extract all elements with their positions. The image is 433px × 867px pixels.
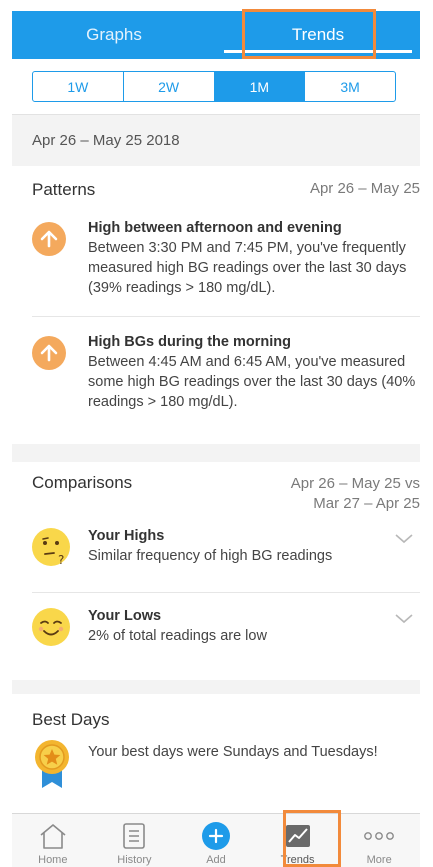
tabbar-home[interactable]: Home — [12, 814, 94, 867]
pattern-body: Between 3:30 PM and 7:45 PM, you've freq… — [88, 240, 407, 296]
tabbar-history[interactable]: History — [94, 814, 176, 867]
date-range-bar: Apr 26 – May 25 2018 — [12, 114, 420, 166]
comparison-body: 2% of total readings are low — [88, 628, 267, 644]
bottom-tab-bar: Home History Add Trends More — [12, 813, 420, 867]
comparison-lows[interactable]: Your Lows 2% of total readings are low — [32, 606, 420, 654]
best-days-card: Best Days Your best days were Sundays an… — [12, 694, 420, 813]
range-3m[interactable]: 3M — [305, 72, 395, 101]
tabbar-add[interactable]: Add — [175, 814, 257, 867]
comparison-highs[interactable]: ? Your Highs Similar frequency of high B… — [32, 526, 420, 574]
date-range-label: Apr 26 – May 25 2018 — [32, 132, 180, 149]
range-selector-container: 1W 2W 1M 3M — [12, 59, 420, 114]
pattern-item[interactable]: High between afternoon and evening Betwe… — [32, 218, 420, 308]
home-icon — [38, 822, 68, 850]
comparison-title: Your Highs — [88, 528, 165, 544]
medal-icon — [32, 738, 72, 795]
tabbar-label: Home — [38, 854, 68, 866]
chevron-down-icon[interactable] — [394, 532, 414, 550]
best-days-title: Best Days — [32, 710, 110, 729]
top-tab-bar: Graphs Trends — [12, 11, 420, 59]
thinking-face-icon: ? — [32, 528, 70, 567]
range-selector: 1W 2W 1M 3M — [32, 71, 396, 102]
history-icon — [121, 822, 147, 850]
more-icon — [363, 822, 395, 850]
tabbar-label: More — [366, 854, 392, 866]
section-gap — [12, 444, 420, 462]
tab-trends[interactable]: Trends — [216, 11, 420, 59]
svg-text:?: ? — [58, 553, 64, 566]
divider — [32, 592, 420, 593]
range-1w[interactable]: 1W — [33, 72, 124, 101]
patterns-title: Patterns — [32, 180, 96, 199]
comparisons-range: Apr 26 – May 25 vs Mar 27 – Apr 25 — [290, 475, 420, 512]
add-icon — [201, 822, 231, 850]
tabbar-label: Add — [206, 854, 226, 866]
comparison-title: Your Lows — [88, 608, 162, 624]
tabbar-label: Trends — [280, 854, 315, 866]
pattern-title: High between afternoon and evening — [88, 220, 342, 236]
divider — [32, 316, 420, 317]
comparison-body: Similar frequency of high BG readings — [88, 548, 333, 564]
chevron-down-icon[interactable] — [394, 612, 414, 630]
trends-icon — [284, 822, 312, 850]
tabbar-trends[interactable]: Trends — [257, 814, 339, 867]
tabbar-label: History — [117, 854, 152, 866]
comparisons-card: Comparisons Apr 26 – May 25 vs Mar 27 – … — [12, 462, 420, 680]
pattern-title: High BGs during the morning — [88, 334, 291, 350]
section-gap — [12, 680, 420, 694]
range-2w[interactable]: 2W — [124, 72, 215, 101]
tabbar-more[interactable]: More — [338, 814, 420, 867]
arrow-up-icon — [32, 336, 66, 370]
pattern-body: Between 4:45 AM and 6:45 AM, you've meas… — [88, 354, 416, 410]
range-1m[interactable]: 1M — [214, 72, 306, 101]
tab-graphs[interactable]: Graphs — [12, 11, 216, 59]
best-days-body: Your best days were Sundays and Tuesdays… — [88, 744, 378, 760]
relieved-face-icon — [32, 608, 70, 646]
arrow-up-icon — [32, 222, 66, 256]
patterns-card: Patterns Apr 26 – May 25 High between af… — [12, 166, 420, 444]
comparisons-title: Comparisons — [32, 473, 133, 492]
pattern-item[interactable]: High BGs during the morning Between 4:45… — [32, 332, 420, 422]
patterns-range: Apr 26 – May 25 — [309, 180, 420, 197]
